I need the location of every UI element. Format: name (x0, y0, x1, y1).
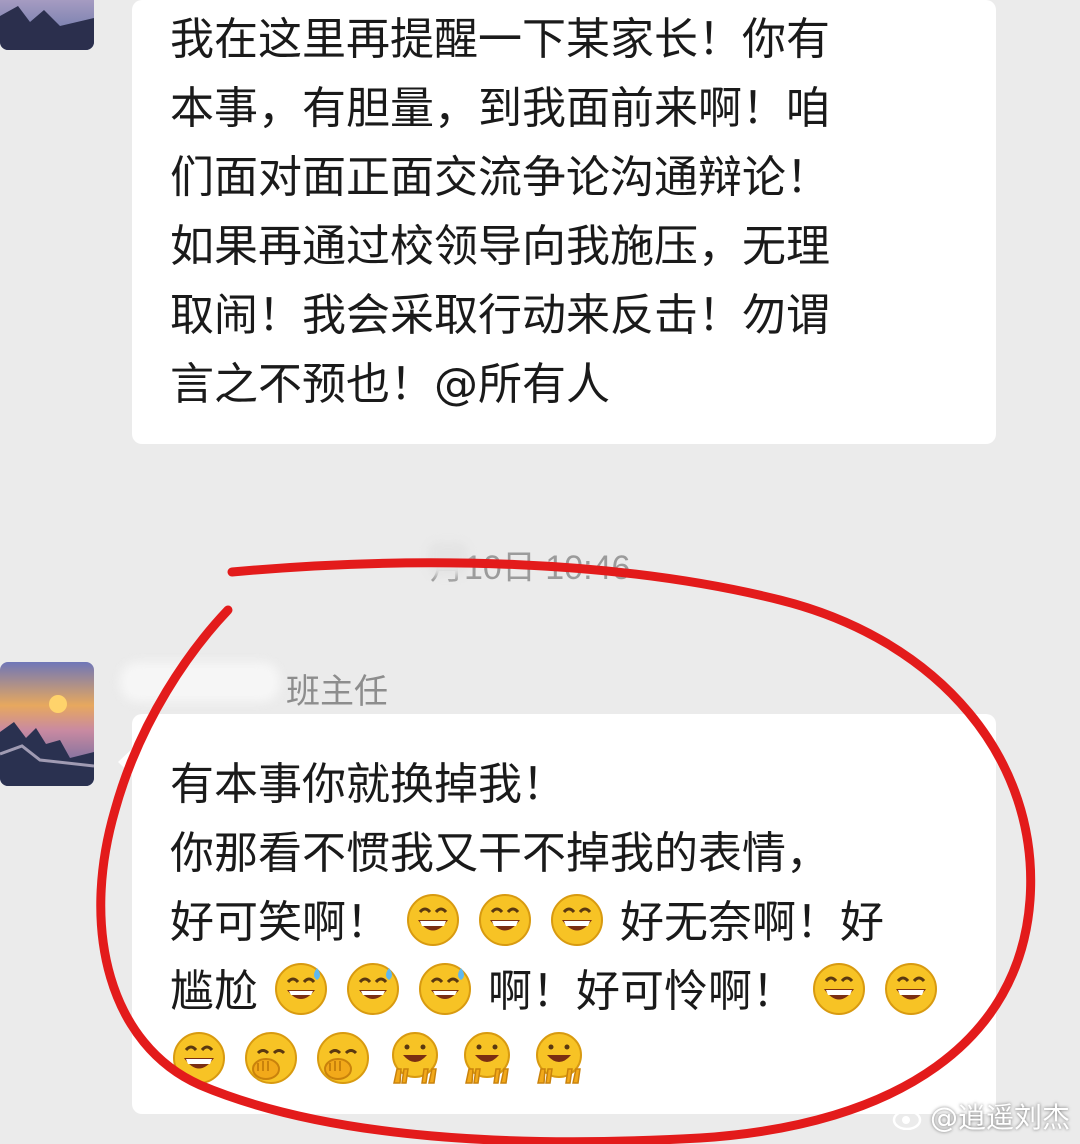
sweat-smile-emoji-icon (347, 963, 399, 1015)
face-palm-emoji-icon (245, 1032, 297, 1084)
reply-text: 啊！好可怜啊！ (488, 966, 796, 1017)
message-line: 本事，有胆量，到我面前来啊！咱 (170, 83, 830, 134)
reply-line: 尴尬 啊！好可怜啊！ (170, 957, 996, 1026)
message-line: 言之不预也！@所有人 (170, 359, 610, 410)
message-line: 我在这里再提醒一下某家长！你有 (170, 14, 830, 65)
bubble-tail (118, 748, 133, 776)
reply-line: 你那看不惯我又干不掉我的表情， (170, 828, 830, 879)
sender-role-label: 班主任 (286, 672, 388, 712)
reply-line: 好可笑啊！ 好无奈啊！好 (170, 888, 996, 957)
reply-line: 有本事你就换掉我！ (170, 759, 566, 810)
peace-emoji-icon (392, 1032, 438, 1084)
reply-text: 好可笑啊！ (170, 897, 390, 948)
face-palm-emoji-icon (317, 1032, 369, 1084)
peace-emoji-icon (464, 1032, 510, 1084)
avatar-landscape-image (0, 0, 94, 50)
message-line: 如果再通过校领导向我施压，无理 (170, 221, 830, 272)
reply-text: 尴尬 (170, 966, 258, 1017)
watermark-text: @逍遥刘杰 (929, 1101, 1070, 1134)
message-line: 们面对面正面交流争论沟通辩论！ (170, 152, 830, 203)
grin-emoji-icon (173, 1032, 225, 1084)
grin-emoji-icon (479, 894, 531, 946)
reply-emoji-line (170, 1026, 996, 1095)
reply-text: 好无奈啊！好 (620, 897, 884, 948)
avatar-sunset-image (0, 662, 94, 786)
avatar-top[interactable] (0, 0, 94, 50)
redaction-blur (428, 542, 468, 576)
sender-name-redacted (120, 662, 280, 702)
weibo-logo-icon (892, 1104, 924, 1130)
grin-emoji-icon (813, 963, 865, 1015)
peace-emoji-icon (536, 1032, 582, 1084)
sweat-smile-emoji-icon (275, 963, 327, 1015)
avatar-sender[interactable] (0, 662, 94, 786)
grin-emoji-icon (551, 894, 603, 946)
grin-emoji-icon (407, 894, 459, 946)
message-line: 取闹！我会采取行动来反击！勿谓 (170, 290, 830, 341)
reply-bubble: 有本事你就换掉我！ 你那看不惯我又干不掉我的表情， 好可笑啊！ 好无奈啊！好 尴… (118, 714, 996, 1114)
sweat-smile-emoji-icon (419, 963, 471, 1015)
weibo-watermark: @逍遥刘杰 (892, 1096, 1070, 1136)
message-bubble: 我在这里再提醒一下某家长！你有 本事，有胆量，到我面前来啊！咱 们面对面正面交流… (132, 0, 996, 444)
grin-emoji-icon (885, 963, 937, 1015)
